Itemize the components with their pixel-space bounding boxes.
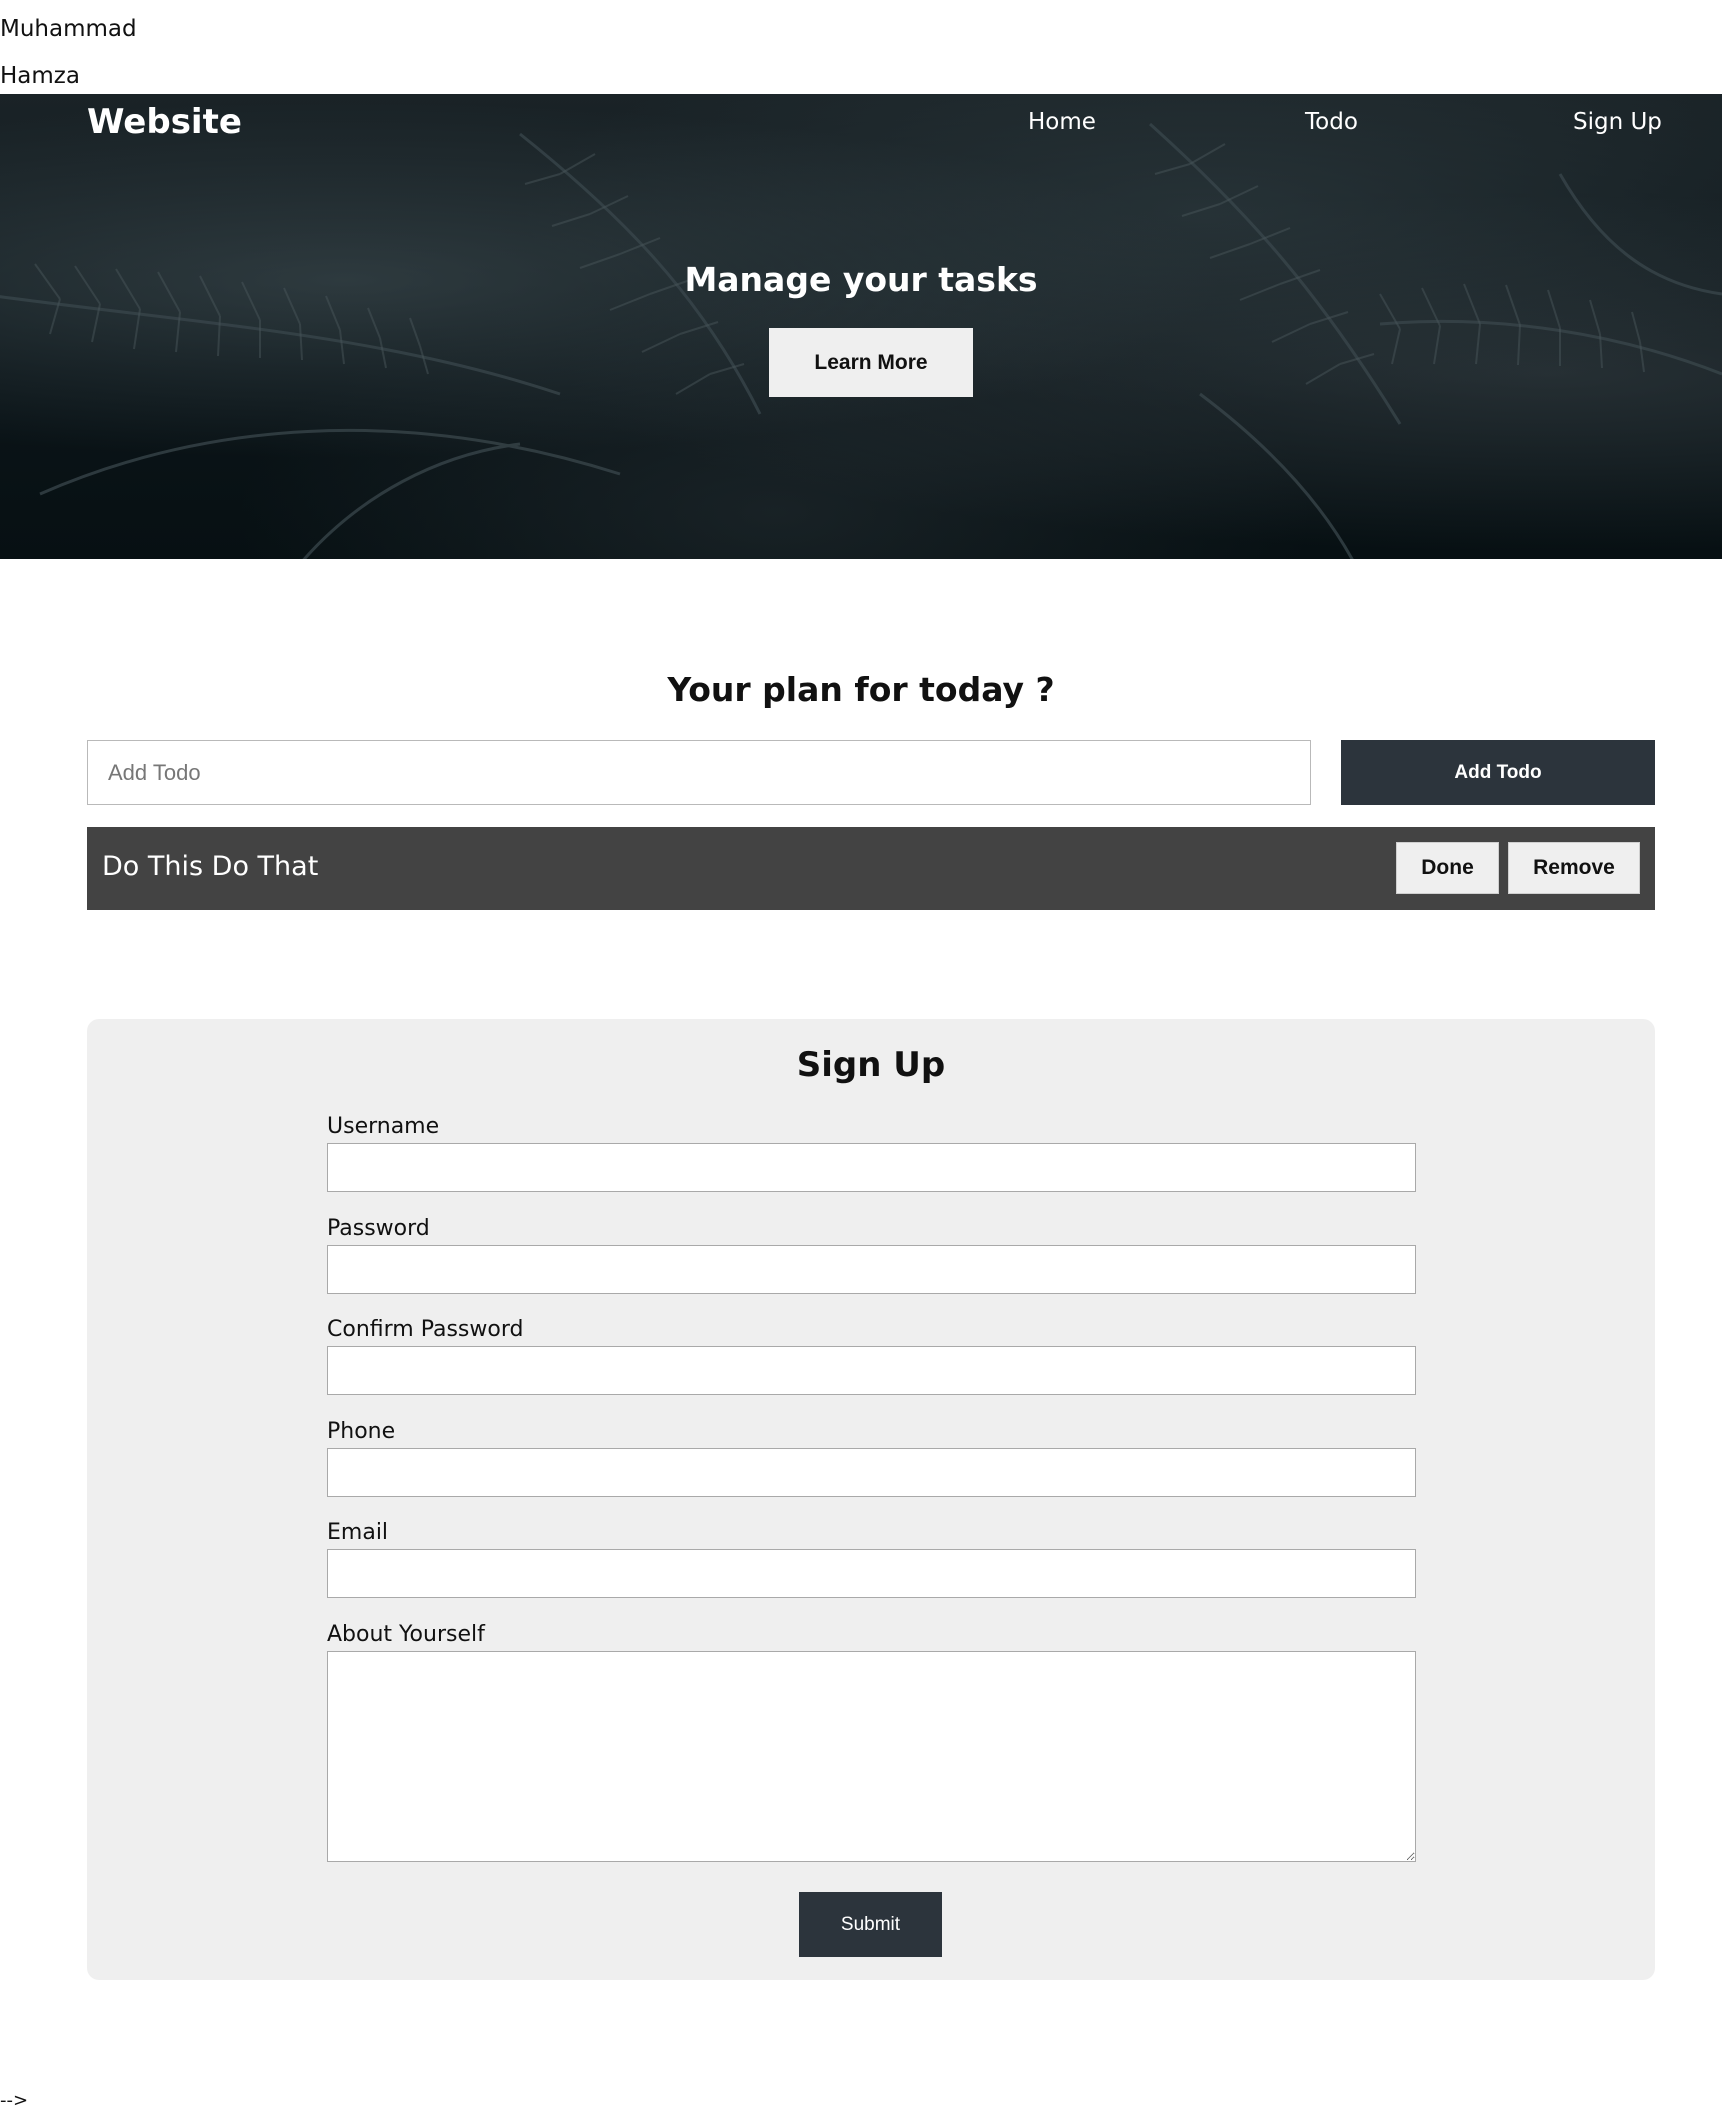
stray-comment-text: --> (0, 2090, 29, 2111)
brand-logo-link[interactable]: Website (87, 102, 242, 142)
learn-more-button[interactable]: Learn More (769, 328, 973, 397)
add-todo-input[interactable] (87, 740, 1311, 805)
todo-heading: Your plan for today ? (667, 670, 1055, 709)
phone-field[interactable] (327, 1448, 1416, 1497)
about-yourself-label: About Yourself (327, 1622, 485, 1647)
nav-link-sign-up[interactable]: Sign Up (1573, 109, 1662, 135)
first-name-text: Muhammad (0, 16, 137, 42)
remove-button[interactable]: Remove (1508, 842, 1640, 894)
todo-item-text: Do This Do That (102, 851, 319, 882)
username-label: Username (327, 1114, 440, 1139)
add-todo-button[interactable]: Add Todo (1341, 740, 1655, 805)
last-name-text: Hamza (0, 63, 80, 89)
todo-list-item: Do This Do That Done Remove (87, 827, 1655, 910)
username-field[interactable] (327, 1143, 1416, 1192)
fern-background-image (0, 122, 1722, 559)
signup-form: Sign Up Username Password Confirm Passwo… (87, 1019, 1655, 1980)
signup-title: Sign Up (796, 1045, 946, 1085)
hero-section: Website Home Todo Sign Up Manage your ta… (0, 94, 1722, 559)
password-label: Password (327, 1216, 430, 1241)
password-field[interactable] (327, 1245, 1416, 1294)
nav-link-todo[interactable]: Todo (1305, 109, 1358, 135)
about-yourself-textarea[interactable] (327, 1651, 1416, 1862)
confirm-password-label: Confirm Password (327, 1317, 524, 1342)
confirm-password-field[interactable] (327, 1346, 1416, 1395)
hero-title: Manage your tasks (684, 260, 1038, 299)
email-field[interactable] (327, 1549, 1416, 1598)
navbar: Website Home Todo Sign Up (0, 94, 1722, 154)
done-button[interactable]: Done (1396, 842, 1499, 894)
email-label: Email (327, 1520, 389, 1545)
phone-label: Phone (327, 1419, 396, 1444)
nav-link-home[interactable]: Home (1028, 109, 1096, 135)
submit-button[interactable]: Submit (799, 1892, 942, 1957)
